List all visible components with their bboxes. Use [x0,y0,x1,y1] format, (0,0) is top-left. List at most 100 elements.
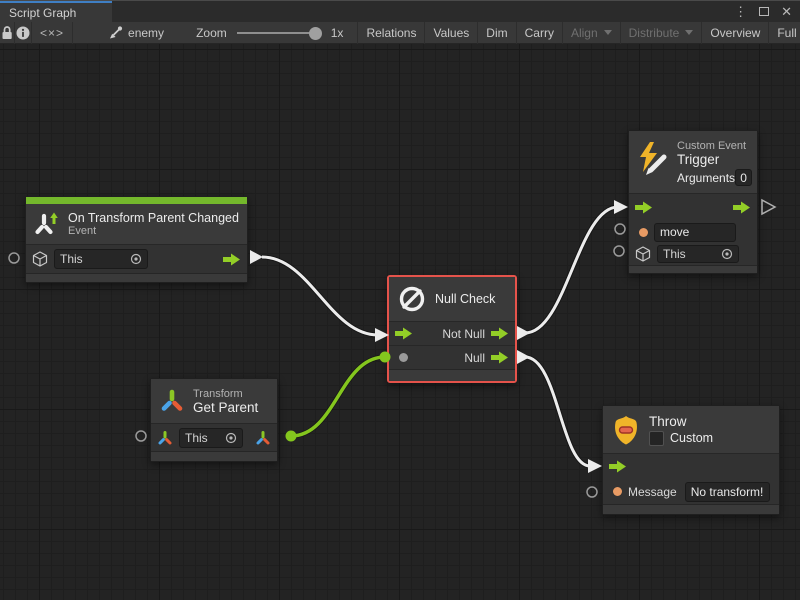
wire-event-to-nullcheck [262,257,378,335]
values-button[interactable]: Values [425,22,477,44]
flow-output-arrow-icon[interactable] [223,253,241,266]
gameobject-cube-icon [635,246,651,262]
tab-label: Script Graph [9,6,76,20]
target-dropdown[interactable]: This [54,249,148,269]
zoom-slider[interactable] [237,22,325,44]
chevron-down-icon [604,30,612,35]
dim-button[interactable]: Dim [478,22,515,44]
zoom-control: Zoom 1x [196,22,343,44]
wire-arrowhead-icon [588,459,602,473]
node-title: Get Parent [193,400,258,415]
custom-event-icon [637,140,669,178]
flow-port-triangle-empty[interactable] [762,200,775,214]
arguments-label: Arguments [677,171,735,185]
zoom-slider-handle[interactable] [309,27,322,40]
window-controls: ⋮ ✕ [734,1,800,22]
event-name-value: move [660,225,689,239]
target-picker-icon [721,248,733,260]
node-throw[interactable]: Throw Custom Message No transform! [602,405,780,515]
node-title: On Transform Parent Changed [68,211,239,225]
carry-button[interactable]: Carry [517,22,562,44]
flow-output-arrow-icon[interactable] [491,351,509,364]
menu-dots-icon[interactable]: ⋮ [734,5,747,18]
window-tab-bar: Script Graph ⋮ ✕ [0,0,800,22]
align-button[interactable]: Align [563,22,620,44]
value-input-port[interactable] [399,353,408,362]
value-port-circle[interactable] [615,224,625,234]
value-port-circle[interactable] [136,431,146,441]
arguments-field[interactable]: 0 [735,169,752,186]
event-name-field[interactable]: move [654,223,736,242]
value-input-port[interactable] [613,487,622,496]
transform-output-icon[interactable] [255,430,271,446]
node-trigger-custom-event[interactable]: Custom Event Trigger Arguments 0 [628,130,758,274]
chevron-down-icon [685,30,693,35]
target-value: This [60,252,83,266]
value-port-circle[interactable] [614,246,624,256]
value-wire-endpoint[interactable] [286,431,297,442]
custom-checkbox[interactable] [649,431,664,446]
throw-error-icon [611,414,641,446]
target-picker-icon [225,432,237,444]
tab-script-graph[interactable]: Script Graph [0,1,112,22]
node-title: Throw [649,414,713,429]
lock-icon [0,25,14,41]
wire-arrowhead-icon [614,200,628,214]
flow-port-triangle[interactable] [250,250,263,264]
node-title: Null Check [435,292,495,306]
code-preview-button[interactable]: <×> [32,22,72,44]
maximize-icon[interactable] [759,7,769,16]
flow-input-arrow-icon[interactable] [609,460,627,473]
flow-input-arrow-icon[interactable] [395,327,413,340]
node-title: Trigger [677,152,752,167]
value-port-circle[interactable] [9,253,19,263]
relations-button[interactable]: Relations [358,22,424,44]
port-label-null: Null [464,351,485,365]
toolbar-buttons: Relations Values Dim Carry Align Distrib… [357,22,800,44]
info-icon [15,25,31,41]
distribute-button[interactable]: Distribute [621,22,702,44]
target-value: This [185,431,208,445]
graph-toolbar: <×> enemy Zoom 1x Relations Values [0,22,800,44]
zoom-value: 1x [331,26,344,40]
code-icon: <×> [40,26,64,40]
wire-getparent-to-nullcheck [291,357,385,436]
graph-reference[interactable]: enemy [107,25,164,41]
flow-input-arrow-icon[interactable] [635,201,653,214]
value-input-port[interactable] [639,228,648,237]
lock-button[interactable] [0,22,14,44]
port-label-not-null: Not Null [442,327,485,341]
overview-button[interactable]: Overview [702,22,768,44]
transform-mini-icon [157,430,173,446]
null-check-icon [397,284,427,314]
gameobject-cube-icon [32,251,48,267]
transform-icon [159,388,185,414]
message-label: Message [628,485,677,499]
flow-output-arrow-icon[interactable] [491,327,509,340]
transform-changed-icon [34,211,60,237]
flow-port-triangle[interactable] [517,326,530,340]
value-port-circle[interactable] [587,487,597,497]
close-icon[interactable]: ✕ [781,5,792,18]
message-field[interactable]: No transform! [685,482,770,502]
visual-scripting-window: Script Graph ⋮ ✕ <×> [0,0,800,600]
align-label: Align [571,26,598,40]
flow-output-arrow-icon[interactable] [733,201,751,214]
fullscreen-button[interactable]: Full Screen [769,22,800,44]
node-on-transform-parent-changed[interactable]: On Transform Parent Changed Event This [25,196,248,283]
target-dropdown[interactable]: This [657,245,739,263]
node-null-check[interactable]: Null Check Not Null Null [387,275,517,383]
node-subtitle: Event [68,225,239,237]
zoom-slider-track[interactable] [237,32,315,34]
node-category: Transform [193,388,258,400]
flow-port-triangle[interactable] [517,350,530,364]
wire-null-to-throw [525,357,590,466]
target-dropdown[interactable]: This [179,428,243,448]
message-value: No transform! [691,485,764,499]
node-get-parent[interactable]: Transform Get Parent This [150,378,278,462]
distribute-label: Distribute [629,26,680,40]
event-accent-bar [26,197,247,204]
inspect-button[interactable] [15,22,31,44]
graph-canvas[interactable]: On Transform Parent Changed Event This [0,44,800,600]
zoom-label: Zoom [196,26,227,40]
